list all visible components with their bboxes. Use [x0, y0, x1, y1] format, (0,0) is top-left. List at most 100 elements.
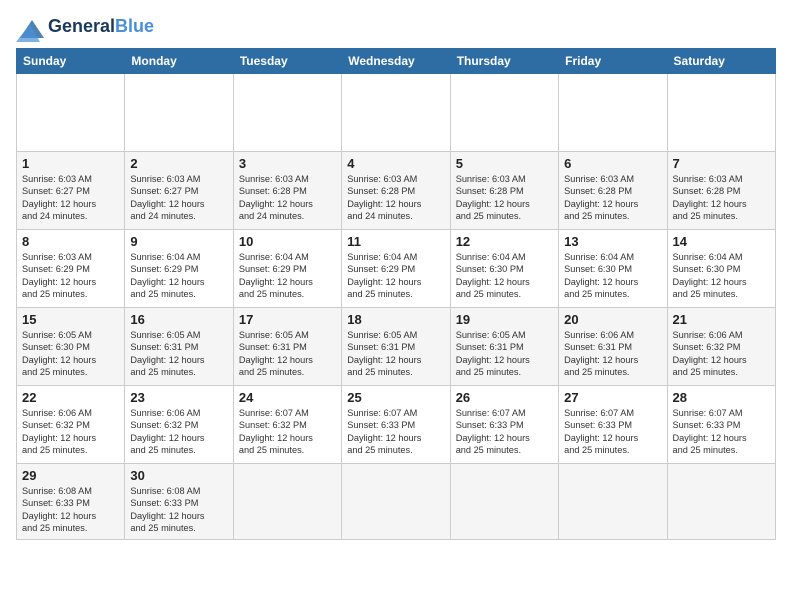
day-number: 21	[673, 312, 770, 327]
day-info: Sunrise: 6:05 AM Sunset: 6:31 PM Dayligh…	[239, 329, 336, 379]
day-number: 13	[564, 234, 661, 249]
weekday-header: Friday	[559, 49, 667, 74]
day-info: Sunrise: 6:05 AM Sunset: 6:30 PM Dayligh…	[22, 329, 119, 379]
day-info: Sunrise: 6:06 AM Sunset: 6:32 PM Dayligh…	[22, 407, 119, 457]
day-number: 4	[347, 156, 444, 171]
calendar-cell	[342, 464, 450, 540]
calendar-cell: 7Sunrise: 6:03 AM Sunset: 6:28 PM Daylig…	[667, 152, 775, 230]
calendar-cell: 18 Sunrise: 6:05 AM Sunset: 6:31 PM Dayli…	[342, 308, 450, 386]
day-info: Sunrise: 6:04 AM Sunset: 6:29 PM Dayligh…	[347, 251, 444, 301]
calendar-cell	[667, 74, 775, 152]
day-number: 24	[239, 390, 336, 405]
calendar-cell: 14 Sunrise: 6:04 AM Sunset: 6:30 PM Dayli…	[667, 230, 775, 308]
day-info: Sunrise: 6:07 AM Sunset: 6:32 PM Dayligh…	[239, 407, 336, 457]
day-info: Sunrise: 6:08 AM Sunset: 6:33 PM Dayligh…	[130, 485, 227, 535]
day-number: 30	[130, 468, 227, 483]
day-number: 18	[347, 312, 444, 327]
calendar-cell: 15 Sunrise: 6:05 AM Sunset: 6:30 PM Dayli…	[17, 308, 125, 386]
day-info: Sunrise: 6:04 AM Sunset: 6:30 PM Dayligh…	[673, 251, 770, 301]
day-number: 28	[673, 390, 770, 405]
day-info: Sunrise: 6:04 AM Sunset: 6:29 PM Dayligh…	[130, 251, 227, 301]
calendar-cell: 16Sunrise: 6:05 AM Sunset: 6:31 PM Dayli…	[125, 308, 233, 386]
calendar-header-row: SundayMondayTuesdayWednesdayThursdayFrid…	[17, 49, 776, 74]
day-info: Sunrise: 6:05 AM Sunset: 6:31 PM Dayligh…	[130, 329, 227, 379]
day-info: Sunrise: 6:07 AM Sunset: 6:33 PM Dayligh…	[347, 407, 444, 457]
calendar-cell: 28 Sunrise: 6:07 AM Sunset: 6:33 PM Dayli…	[667, 386, 775, 464]
day-info: Sunrise: 6:07 AM Sunset: 6:33 PM Dayligh…	[564, 407, 661, 457]
day-number: 15	[22, 312, 119, 327]
day-info: Sunrise: 6:03 AM Sunset: 6:28 PM Dayligh…	[347, 173, 444, 223]
calendar-cell	[667, 464, 775, 540]
calendar-cell	[342, 74, 450, 152]
day-number: 8	[22, 234, 119, 249]
day-info: Sunrise: 6:03 AM Sunset: 6:27 PM Dayligh…	[130, 173, 227, 223]
day-info: Sunrise: 6:04 AM Sunset: 6:30 PM Dayligh…	[456, 251, 553, 301]
calendar-cell: 30 Sunrise: 6:08 AM Sunset: 6:33 PM Dayli…	[125, 464, 233, 540]
calendar-cell: 12Sunrise: 6:04 AM Sunset: 6:30 PM Dayli…	[450, 230, 558, 308]
day-number: 1	[22, 156, 119, 171]
calendar-cell: 3 Sunrise: 6:03 AM Sunset: 6:28 PM Daylig…	[233, 152, 341, 230]
day-info: Sunrise: 6:03 AM Sunset: 6:28 PM Dayligh…	[239, 173, 336, 223]
day-number: 7	[673, 156, 770, 171]
calendar-cell	[559, 74, 667, 152]
day-number: 2	[130, 156, 227, 171]
day-info: Sunrise: 6:08 AM Sunset: 6:33 PM Dayligh…	[22, 485, 119, 535]
calendar-cell: 29 Sunrise: 6:08 AM Sunset: 6:33 PM Dayli…	[17, 464, 125, 540]
day-number: 20	[564, 312, 661, 327]
calendar-body: 1 Sunrise: 6:03 AM Sunset: 6:27 PM Daylig…	[17, 74, 776, 540]
logo-text: GeneralBlue	[48, 17, 154, 37]
logo: GeneralBlue	[16, 16, 154, 38]
day-number: 10	[239, 234, 336, 249]
calendar-week-row: 22 Sunrise: 6:06 AM Sunset: 6:32 PM Dayli…	[17, 386, 776, 464]
calendar-cell: 8 Sunrise: 6:03 AM Sunset: 6:29 PM Daylig…	[17, 230, 125, 308]
day-info: Sunrise: 6:03 AM Sunset: 6:29 PM Dayligh…	[22, 251, 119, 301]
day-number: 19	[456, 312, 553, 327]
weekday-header: Monday	[125, 49, 233, 74]
calendar-cell: 11Sunrise: 6:04 AM Sunset: 6:29 PM Dayli…	[342, 230, 450, 308]
calendar-cell: 19 Sunrise: 6:05 AM Sunset: 6:31 PM Dayli…	[450, 308, 558, 386]
calendar-cell	[559, 464, 667, 540]
day-info: Sunrise: 6:03 AM Sunset: 6:27 PM Dayligh…	[22, 173, 119, 223]
day-info: Sunrise: 6:06 AM Sunset: 6:32 PM Dayligh…	[673, 329, 770, 379]
header: GeneralBlue	[16, 16, 776, 38]
day-info: Sunrise: 6:07 AM Sunset: 6:33 PM Dayligh…	[456, 407, 553, 457]
weekday-header: Sunday	[17, 49, 125, 74]
day-number: 22	[22, 390, 119, 405]
calendar-cell: 10Sunrise: 6:04 AM Sunset: 6:29 PM Dayli…	[233, 230, 341, 308]
calendar-cell: 25Sunrise: 6:07 AM Sunset: 6:33 PM Dayli…	[342, 386, 450, 464]
calendar-cell	[233, 74, 341, 152]
day-number: 26	[456, 390, 553, 405]
weekday-header: Wednesday	[342, 49, 450, 74]
day-info: Sunrise: 6:03 AM Sunset: 6:28 PM Dayligh…	[564, 173, 661, 223]
day-number: 6	[564, 156, 661, 171]
day-number: 14	[673, 234, 770, 249]
day-info: Sunrise: 6:07 AM Sunset: 6:33 PM Dayligh…	[673, 407, 770, 457]
calendar-cell: 5Sunrise: 6:03 AM Sunset: 6:28 PM Daylig…	[450, 152, 558, 230]
calendar-cell	[233, 464, 341, 540]
weekday-header: Thursday	[450, 49, 558, 74]
calendar-cell: 1 Sunrise: 6:03 AM Sunset: 6:27 PM Daylig…	[17, 152, 125, 230]
weekday-header: Saturday	[667, 49, 775, 74]
weekday-header: Tuesday	[233, 49, 341, 74]
day-info: Sunrise: 6:05 AM Sunset: 6:31 PM Dayligh…	[456, 329, 553, 379]
day-number: 29	[22, 468, 119, 483]
day-number: 5	[456, 156, 553, 171]
calendar-week-row: 29 Sunrise: 6:08 AM Sunset: 6:33 PM Dayli…	[17, 464, 776, 540]
day-info: Sunrise: 6:06 AM Sunset: 6:32 PM Dayligh…	[130, 407, 227, 457]
calendar-cell: 26 Sunrise: 6:07 AM Sunset: 6:33 PM Dayli…	[450, 386, 558, 464]
calendar-week-row: 8 Sunrise: 6:03 AM Sunset: 6:29 PM Daylig…	[17, 230, 776, 308]
page: GeneralBlue SundayMondayTuesdayWednesday…	[0, 0, 792, 612]
calendar-cell: 6 Sunrise: 6:03 AM Sunset: 6:28 PM Daylig…	[559, 152, 667, 230]
calendar-cell: 22 Sunrise: 6:06 AM Sunset: 6:32 PM Dayli…	[17, 386, 125, 464]
calendar-cell: 27Sunrise: 6:07 AM Sunset: 6:33 PM Dayli…	[559, 386, 667, 464]
calendar-cell	[17, 74, 125, 152]
day-info: Sunrise: 6:05 AM Sunset: 6:31 PM Dayligh…	[347, 329, 444, 379]
day-number: 23	[130, 390, 227, 405]
logo-icon	[16, 16, 44, 38]
day-number: 17	[239, 312, 336, 327]
calendar-week-row	[17, 74, 776, 152]
day-number: 3	[239, 156, 336, 171]
calendar-cell: 24 Sunrise: 6:07 AM Sunset: 6:32 PM Dayli…	[233, 386, 341, 464]
calendar-cell: 21 Sunrise: 6:06 AM Sunset: 6:32 PM Dayli…	[667, 308, 775, 386]
calendar-cell	[125, 74, 233, 152]
